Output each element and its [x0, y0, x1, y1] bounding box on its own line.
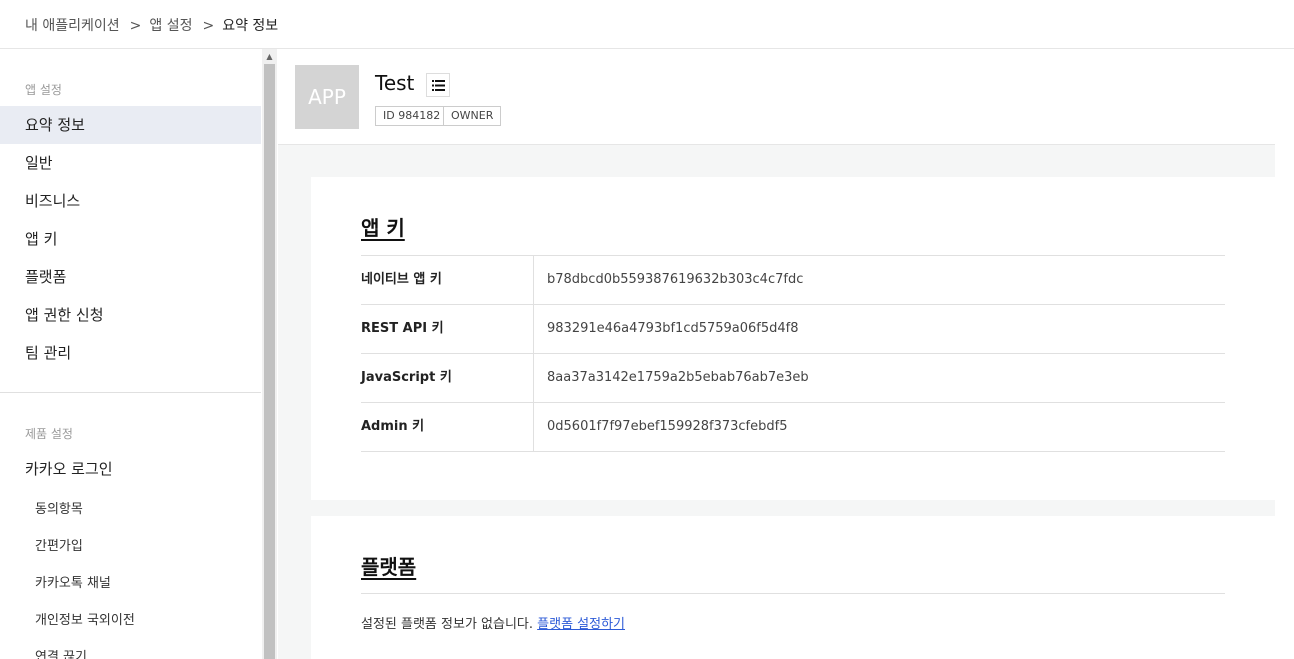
sidebar-item-summary[interactable]: 요약 정보 — [0, 106, 261, 144]
sidebar-item-permissions[interactable]: 앱 권한 신청 — [0, 296, 261, 334]
app-keys-title: 앱 키 — [361, 216, 405, 240]
app-thumbnail: APP — [295, 65, 359, 129]
key-label-admin: Admin 키 — [361, 403, 534, 451]
platform-divider — [361, 593, 1225, 594]
table-row: 네이티브 앱 키 b78dbcd0b559387619632b303c4c7fd… — [361, 256, 1225, 305]
platform-empty-message: 설정된 플랫폼 정보가 없습니다. 플랫폼 설정하기 — [361, 613, 625, 632]
list-icon — [432, 80, 445, 91]
platform-message-text: 설정된 플랫폼 정보가 없습니다. — [361, 617, 534, 632]
sidebar-item-business[interactable]: 비즈니스 — [0, 182, 261, 220]
table-row: JavaScript 키 8aa37a3142e1759a2b5ebab76ab… — [361, 354, 1225, 403]
scroll-up-arrow-icon[interactable]: ▲ — [262, 52, 277, 62]
breadcrumb-separator: > — [202, 18, 215, 34]
breadcrumb: 내 애플리케이션 > 앱 설정 > 요약 정보 — [25, 15, 278, 35]
sidebar-subitem-simple-signup[interactable]: 간편가입 — [35, 535, 83, 554]
app-keys-table: 네이티브 앱 키 b78dbcd0b559387619632b303c4c7fd… — [361, 255, 1225, 452]
scroll-thumb[interactable] — [264, 64, 275, 659]
table-row: Admin 키 0d5601f7f97ebef159928f373cfebdf5 — [361, 403, 1225, 452]
key-value-native[interactable]: b78dbcd0b559387619632b303c4c7fdc — [547, 256, 803, 304]
platform-title: 플랫폼 — [361, 555, 417, 579]
app-id-badge: ID 984182 — [375, 106, 449, 126]
breadcrumb-my-apps[interactable]: 내 애플리케이션 — [25, 18, 120, 34]
sidebar: 앱 설정 요약 정보 일반 비즈니스 앱 키 플랫폼 앱 권한 신청 팀 관리 … — [0, 49, 262, 659]
sidebar-scrollbar[interactable]: ▲ — [262, 49, 277, 659]
key-value-rest-api[interactable]: 983291e46a4793bf1cd5759a06f5d4f8 — [547, 305, 799, 353]
app-keys-card: 앱 키 네이티브 앱 키 b78dbcd0b559387619632b303c4… — [311, 177, 1275, 500]
sidebar-section-app-settings: 앱 설정 — [25, 83, 62, 97]
sidebar-subitem-kakaotalk-channel[interactable]: 카카오톡 채널 — [35, 572, 111, 591]
key-label-native: 네이티브 앱 키 — [361, 256, 534, 304]
main-content: APP Test ID 984182 OWNER 앱 키 네이티브 앱 키 b7… — [278, 49, 1275, 659]
sidebar-item-team[interactable]: 팀 관리 — [0, 334, 261, 372]
breadcrumb-app-settings[interactable]: 앱 설정 — [149, 18, 192, 34]
breadcrumb-separator: > — [129, 18, 142, 34]
sidebar-item-app-keys[interactable]: 앱 키 — [0, 220, 261, 258]
sidebar-item-general[interactable]: 일반 — [0, 144, 261, 182]
app-role-badge: OWNER — [443, 106, 502, 126]
sidebar-subitem-consent[interactable]: 동의항목 — [35, 498, 83, 517]
app-list-button[interactable] — [426, 73, 450, 97]
breadcrumb-current: 요약 정보 — [222, 18, 279, 34]
key-label-javascript: JavaScript 키 — [361, 354, 534, 402]
sidebar-item-kakao-login[interactable]: 카카오 로그인 — [0, 450, 261, 488]
top-bar: 내 애플리케이션 > 앱 설정 > 요약 정보 — [0, 0, 1294, 49]
app-header: APP Test ID 984182 OWNER — [278, 49, 1275, 145]
key-value-javascript[interactable]: 8aa37a3142e1759a2b5ebab76ab7e3eb — [547, 354, 809, 402]
table-row: REST API 키 983291e46a4793bf1cd5759a06f5d… — [361, 305, 1225, 354]
sidebar-subitem-unlink[interactable]: 연결 끊기 — [35, 646, 87, 659]
sidebar-section-product-settings: 제품 설정 — [25, 427, 73, 441]
platform-settings-link[interactable]: 플랫폼 설정하기 — [537, 617, 625, 632]
sidebar-subitem-overseas-transfer[interactable]: 개인정보 국외이전 — [35, 609, 135, 628]
sidebar-divider — [0, 392, 261, 393]
key-label-rest-api: REST API 키 — [361, 305, 534, 353]
key-value-admin[interactable]: 0d5601f7f97ebef159928f373cfebdf5 — [547, 403, 788, 451]
app-name: Test — [375, 71, 415, 95]
sidebar-item-platform[interactable]: 플랫폼 — [0, 258, 261, 296]
platform-card: 플랫폼 설정된 플랫폼 정보가 없습니다. 플랫폼 설정하기 — [311, 516, 1275, 659]
